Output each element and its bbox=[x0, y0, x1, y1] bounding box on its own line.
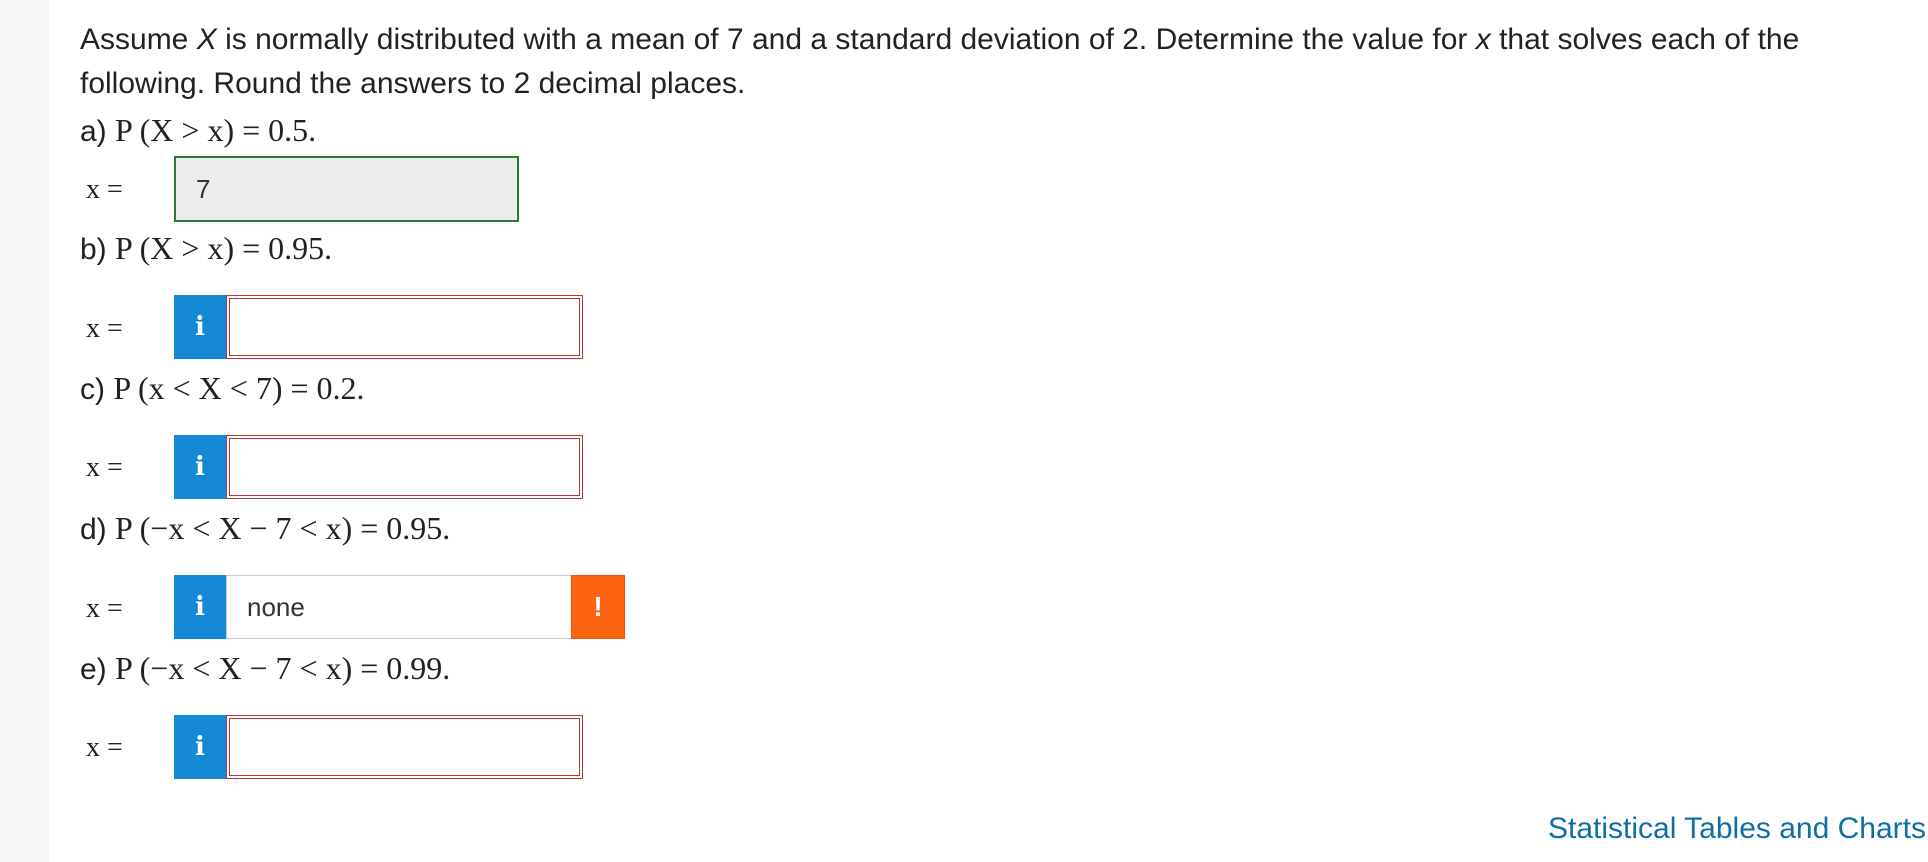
part-a-label: a) P (X > x) = 0.5. bbox=[80, 112, 317, 148]
question-text: Assume X is normally distributed with a … bbox=[80, 23, 1800, 100]
part-e-label: e) P (−x < X − 7 < x) = 0.99. bbox=[80, 650, 451, 686]
part-a-x-equals: x = bbox=[86, 174, 123, 205]
part-a-expression: P (X > x) = 0.5. bbox=[115, 112, 317, 148]
var-X: X bbox=[196, 23, 217, 56]
part-b-x-equals: x = bbox=[86, 313, 123, 344]
part-d-answer-input[interactable] bbox=[226, 575, 572, 639]
part-d-expression: P (−x < X − 7 < x) = 0.95. bbox=[115, 510, 451, 546]
part-c-info-icon[interactable]: i bbox=[174, 435, 226, 499]
part-b-expression: P (X > x) = 0.95. bbox=[115, 230, 333, 266]
part-c-x-equals: x = bbox=[86, 452, 123, 483]
left-gutter bbox=[0, 0, 49, 862]
var-x: x bbox=[1475, 23, 1491, 56]
part-e-info-icon[interactable]: i bbox=[174, 715, 226, 779]
part-d-info-icon[interactable]: i bbox=[174, 575, 226, 639]
part-e-expression: P (−x < X − 7 < x) = 0.99. bbox=[115, 650, 451, 686]
part-b-answer-input[interactable] bbox=[226, 295, 583, 359]
part-d-alert-icon[interactable]: ! bbox=[571, 575, 625, 639]
part-c-label: c) P (x < X < 7) = 0.2. bbox=[80, 370, 365, 406]
part-b-label: b) P (X > x) = 0.95. bbox=[80, 230, 333, 266]
part-d-x-equals: x = bbox=[86, 593, 123, 624]
part-c-expression: P (x < X < 7) = 0.2. bbox=[113, 370, 365, 406]
part-d-label: d) P (−x < X − 7 < x) = 0.95. bbox=[80, 510, 451, 546]
part-a-answer-input[interactable] bbox=[174, 156, 519, 222]
part-e-answer-input[interactable] bbox=[226, 715, 583, 779]
part-b-info-icon[interactable]: i bbox=[174, 295, 226, 359]
statistical-tables-link[interactable]: Statistical Tables and Charts bbox=[1548, 809, 1926, 849]
part-c-answer-input[interactable] bbox=[226, 435, 583, 499]
part-e-x-equals: x = bbox=[86, 732, 123, 763]
